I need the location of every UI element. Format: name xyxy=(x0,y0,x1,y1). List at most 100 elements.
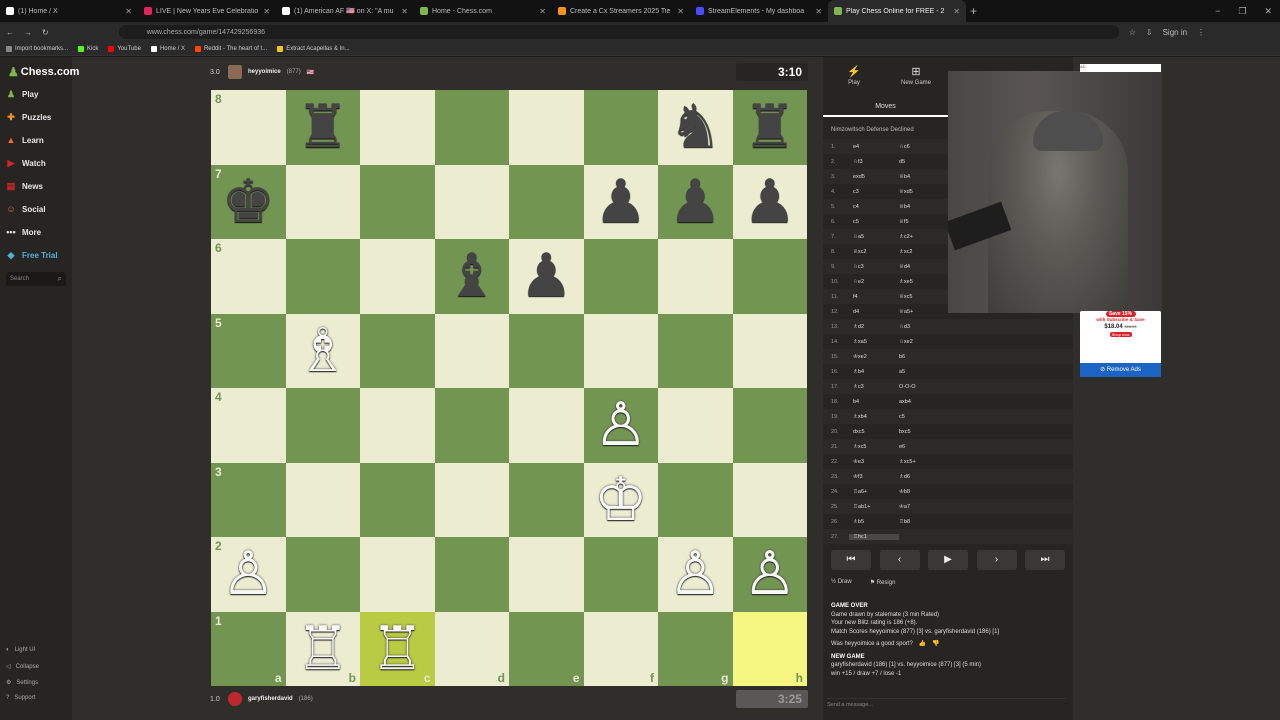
square-d3[interactable] xyxy=(434,462,509,537)
sidebar-search-input[interactable]: Search ⌕ xyxy=(6,272,66,286)
top-player-avatar[interactable] xyxy=(228,65,242,79)
black-move[interactable]: ♗xe5 xyxy=(899,279,949,285)
white-move[interactable]: ♗b5 xyxy=(849,519,899,525)
close-tab-icon[interactable]: ✕ xyxy=(677,7,684,16)
white-move[interactable]: b4 xyxy=(849,399,899,405)
play-button[interactable]: ▶ xyxy=(928,550,968,570)
sidebar-item-social[interactable]: ☺ Social xyxy=(6,204,45,214)
white-move[interactable]: ♘f3 xyxy=(849,159,899,165)
white-move[interactable]: c3 xyxy=(849,189,899,195)
sidebar-item-more[interactable]: ••• More xyxy=(6,227,41,237)
square-f2[interactable] xyxy=(583,537,658,612)
white-move[interactable]: ♖ab1+ xyxy=(849,504,899,510)
black-move[interactable]: ♖b8 xyxy=(899,519,949,525)
square-h3[interactable] xyxy=(732,462,807,537)
sidebar-bottom-support[interactable]: ? Support xyxy=(6,695,35,701)
close-tab-icon[interactable]: ✕ xyxy=(263,7,270,16)
square-d5[interactable] xyxy=(434,313,509,388)
black-move[interactable]: ♕xc5 xyxy=(899,294,949,300)
close-window-icon[interactable]: ✕ xyxy=(1264,6,1272,17)
white-move[interactable]: f4 xyxy=(849,294,899,300)
last-move-button[interactable]: ⏭ xyxy=(1025,550,1065,570)
square-c3[interactable] xyxy=(360,462,435,537)
white-move[interactable]: ♗d2 xyxy=(849,324,899,330)
sidebar-item-play[interactable]: ♟ Play xyxy=(6,89,39,99)
square-b7[interactable] xyxy=(285,164,360,239)
white-move[interactable]: ♗xa5 xyxy=(849,339,899,345)
previous-move-button[interactable]: ‹ xyxy=(879,550,920,570)
bookmark-item[interactable]: Kick xyxy=(78,45,98,52)
bookmark-item[interactable]: Reddit - The heart of t... xyxy=(194,45,267,52)
square-g4[interactable] xyxy=(658,388,733,463)
black-piece-d6[interactable]: ♝ xyxy=(435,239,510,314)
close-tab-icon[interactable]: ✕ xyxy=(401,7,408,16)
square-h1[interactable]: h xyxy=(732,611,807,686)
white-piece-g2[interactable]: ♙ xyxy=(658,537,733,612)
white-move[interactable]: ♔xe2 xyxy=(849,354,899,360)
white-move[interactable]: exd5 xyxy=(849,174,899,180)
square-d1[interactable]: d xyxy=(434,611,509,686)
square-b2[interactable] xyxy=(285,537,360,612)
square-f5[interactable] xyxy=(583,313,658,388)
bookmark-item[interactable]: Import bookmarks... xyxy=(6,45,68,52)
bookmark-item[interactable]: Home / X xyxy=(150,45,185,52)
bottom-player-name[interactable]: garyfisherdavid xyxy=(248,696,293,702)
square-h4[interactable] xyxy=(732,388,807,463)
square-e8[interactable] xyxy=(509,90,584,165)
black-move[interactable]: ♕a5+ xyxy=(899,309,949,315)
black-move[interactable]: ♕xd5 xyxy=(899,189,949,195)
browser-tab[interactable]: Play Chess Online for FREE - 2 ✕ xyxy=(828,0,966,22)
sidebar-item-puzzles[interactable]: ✚ Puzzles xyxy=(6,112,51,122)
square-c5[interactable] xyxy=(360,313,435,388)
square-e3[interactable] xyxy=(509,462,584,537)
browser-tab[interactable]: (1) American AF 🇺🇸 on X: "A mu ✕ xyxy=(276,0,414,22)
square-d8[interactable] xyxy=(434,90,509,165)
browser-tab[interactable]: StreamElements - My dashboa ✕ xyxy=(690,0,828,22)
sidebar-bottom-light-ui[interactable]: ◐ Light UI xyxy=(6,647,35,653)
white-move[interactable]: ♘e2 xyxy=(849,279,899,285)
first-move-button[interactable]: ⏮ xyxy=(831,550,871,570)
download-icon[interactable]: ⇩ xyxy=(1146,28,1153,37)
white-move[interactable]: ♗xb4 xyxy=(849,414,899,420)
next-move-button[interactable]: › xyxy=(976,550,1017,570)
black-piece-g7[interactable]: ♟ xyxy=(658,165,733,240)
opening-name[interactable]: Nimzowitsch Defense Declined xyxy=(831,127,914,133)
square-f8[interactable] xyxy=(583,90,658,165)
black-move[interactable]: e6 xyxy=(899,444,949,450)
square-g1[interactable]: g xyxy=(658,611,733,686)
black-move[interactable]: bxc5 xyxy=(899,429,949,435)
black-move[interactable]: ♔a7 xyxy=(899,504,949,510)
forward-icon[interactable]: → xyxy=(24,28,32,37)
bookmark-item[interactable]: YouTube xyxy=(108,45,141,52)
square-e1[interactable]: e xyxy=(509,611,584,686)
new-tab-button[interactable]: + xyxy=(970,4,986,18)
square-b4[interactable] xyxy=(285,388,360,463)
white-move[interactable]: ♗b4 xyxy=(849,369,899,375)
browser-tab[interactable]: (1) Home / X ✕ xyxy=(0,0,138,22)
white-move[interactable]: ♘a5 xyxy=(849,234,899,240)
black-move[interactable]: ♗xc2 xyxy=(899,249,949,255)
browser-tab[interactable]: Create a Cx Streamers 2025 Tie ✕ xyxy=(552,0,690,22)
black-move[interactable]: a5 xyxy=(899,369,949,375)
square-a5[interactable]: 5 xyxy=(211,313,286,388)
close-tab-icon[interactable]: ✕ xyxy=(539,7,546,16)
square-d4[interactable] xyxy=(434,388,509,463)
white-piece-b1[interactable]: ♖ xyxy=(286,612,361,687)
square-c7[interactable] xyxy=(360,164,435,239)
white-move[interactable]: e4 xyxy=(849,144,899,150)
square-b6[interactable] xyxy=(285,239,360,314)
black-move[interactable]: ♔b8 xyxy=(899,489,949,495)
square-c8[interactable] xyxy=(360,90,435,165)
white-move[interactable]: ♕xc2 xyxy=(849,249,899,255)
panel-tab-new-game[interactable]: ⊞ New Game xyxy=(885,65,947,95)
chesscom-logo[interactable]: ♟ Chess.com xyxy=(8,65,79,79)
panel-tab-play[interactable]: ⚡ Play xyxy=(823,65,885,95)
black-move[interactable]: ♗xc5+ xyxy=(899,459,949,465)
tab-moves[interactable]: Moves xyxy=(823,99,948,117)
sidebar-item-watch[interactable]: ▶ Watch xyxy=(6,158,46,168)
square-d7[interactable] xyxy=(434,164,509,239)
white-move[interactable]: dxc5 xyxy=(849,429,899,435)
white-move[interactable]: c4 xyxy=(849,204,899,210)
black-piece-b8[interactable]: ♜ xyxy=(286,90,361,165)
maximize-icon[interactable]: ❐ xyxy=(1238,6,1246,17)
